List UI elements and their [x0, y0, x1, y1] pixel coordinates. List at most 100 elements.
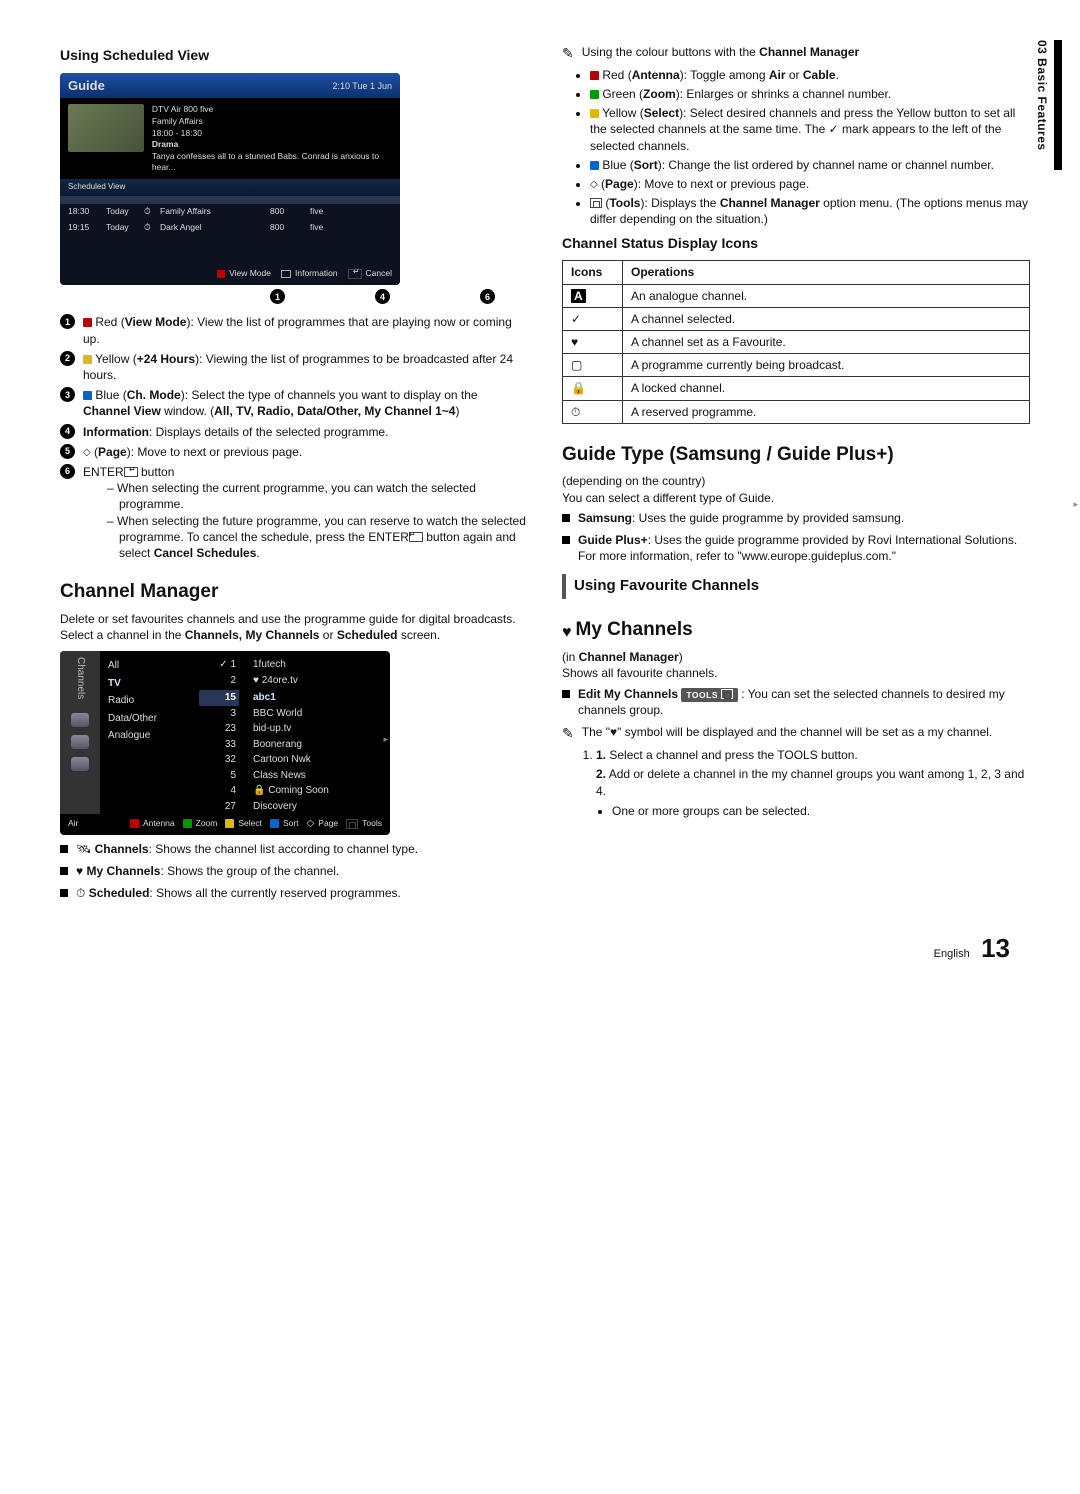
cm-channel-item[interactable]: Discovery: [253, 799, 382, 815]
red-icon: [590, 71, 599, 80]
cm-channel-item[interactable]: abc1: [253, 690, 382, 706]
guide-row: 18:30 Today ⏱ Family Affairs 800 five: [60, 204, 400, 220]
guide-softkeys: View Mode Information Cancel: [60, 264, 400, 285]
my-channels-line: Shows all favourite channels.: [562, 665, 1030, 681]
caret-right-icon: ▸: [383, 733, 388, 745]
cm-tab-scheduled-icon[interactable]: [71, 757, 89, 771]
bullet-icon: [562, 690, 570, 698]
check-icon: ✓: [571, 312, 581, 326]
channel-manager-panel: Channels All TV Radio Data/Other Analogu…: [60, 651, 390, 834]
heading-scheduled-view: Using Scheduled View: [60, 46, 528, 65]
heading-icons: Channel Status Display Icons: [562, 234, 1030, 253]
heart-icon: ♥: [253, 675, 259, 686]
guide-meta: DTV Air 800 five Family Affairs 18:00 - …: [152, 104, 392, 173]
note-icon: ✎: [562, 724, 574, 743]
substep: One or more groups can be selected.: [612, 803, 1030, 819]
th-operations: Operations: [623, 261, 1030, 284]
cm-cat-analogue[interactable]: Analogue: [108, 727, 189, 745]
th-icons: Icons: [563, 261, 623, 284]
softkey-view-mode[interactable]: View Mode: [217, 268, 271, 279]
broadcast-icon: ▢: [571, 358, 582, 372]
updown-icon: ◇: [83, 450, 91, 456]
cm-number-col: ✓ 1 2 15 3 23 33 32 5 4 27: [195, 651, 243, 814]
cm-channel-item[interactable]: BBC World: [253, 706, 382, 722]
info-key-icon: [281, 270, 291, 278]
yellow-icon: [590, 109, 599, 118]
clock-icon: ⏱: [144, 206, 160, 217]
softkey-information[interactable]: Information: [281, 268, 338, 279]
callout-6: 6: [480, 289, 495, 304]
my-channels-steps: 1. Select a channel and press the TOOLS …: [596, 747, 1030, 819]
updown-icon: ◇: [590, 182, 598, 188]
blue-icon: [590, 161, 599, 170]
softkey-tools[interactable]: Tools: [346, 818, 382, 829]
cm-channel-item[interactable]: 1futech: [253, 657, 382, 673]
softkey-antenna[interactable]: Antenna: [130, 818, 175, 829]
cm-intro: Delete or set favourites channels and us…: [60, 611, 528, 643]
cm-channel-item[interactable]: Cartoon Nwk: [253, 752, 382, 768]
guide-row: 19:15 Today ⏱ Dark Angel 800 five: [60, 220, 400, 236]
cm-channel-col: 1futech ♥ 24ore.tv abc1 BBC World bid-up…: [243, 651, 390, 814]
cm-cat-radio[interactable]: Radio: [108, 692, 189, 710]
heading-my-channels: ♥My Channels: [562, 617, 1030, 644]
bullet-icon: [562, 514, 570, 522]
cm-tab-mychannels-icon[interactable]: [71, 735, 89, 749]
cm-channel-item[interactable]: Boonerang: [253, 737, 382, 753]
guide-thumbnail: [68, 104, 144, 152]
heart-note: ✎ The "♥" symbol will be displayed and t…: [562, 724, 1030, 743]
footer-page-number: 13: [981, 933, 1010, 963]
heading-guide-type: Guide Type (Samsung / Guide Plus+): [562, 442, 1030, 468]
dash-item: – When selecting the future programme, y…: [107, 513, 528, 562]
my-channels-sub: (in Channel Manager): [562, 649, 1030, 665]
cm-channel-item[interactable]: bid-up.tv: [253, 721, 382, 737]
footer-language: English: [934, 948, 970, 960]
softkey-zoom[interactable]: Zoom: [183, 818, 218, 829]
enter-icon: [124, 467, 138, 477]
clock-icon: ⏱: [144, 222, 160, 233]
red-key-icon: [217, 270, 225, 278]
cm-cat-tv[interactable]: TV: [108, 675, 189, 693]
bullet-icon: [60, 889, 68, 897]
color-buttons-note: ✎ Using the colour buttons with the Chan…: [562, 44, 1030, 63]
enter-icon: [409, 532, 423, 542]
heart-icon: ♥: [76, 864, 83, 878]
softkey-sort[interactable]: Sort: [270, 818, 299, 829]
blue-key-icon: [270, 819, 279, 828]
cm-legend-list: 🛰 Channels: Shows the channel list accor…: [60, 841, 528, 902]
callout-1: 1: [270, 289, 285, 304]
cm-cat-dataother[interactable]: Data/Other: [108, 710, 189, 728]
yellow-key-icon: [225, 819, 234, 828]
callout-4: 4: [375, 289, 390, 304]
heading-channel-manager: Channel Manager: [60, 579, 528, 605]
cm-tab-channels-icon[interactable]: [71, 713, 89, 727]
cm-cat-all[interactable]: All: [108, 657, 189, 675]
tools-icon: [721, 689, 733, 699]
cm-channel-item[interactable]: ♥ 24ore.tv: [253, 673, 382, 689]
lock-icon: 🔒: [253, 785, 265, 796]
green-key-icon: [183, 819, 192, 828]
red-icon: [83, 318, 92, 327]
analogue-icon: A: [571, 289, 586, 303]
yellow-icon: [83, 355, 92, 364]
guide-type-sub: (depending on the country): [562, 473, 1030, 489]
blue-icon: [83, 391, 92, 400]
check-icon: ✓: [219, 659, 227, 670]
cm-channel-item[interactable]: Class News: [253, 768, 382, 784]
page-footer: English 13: [60, 931, 1030, 966]
guide-title: Guide: [68, 77, 105, 95]
softkey-cancel[interactable]: Cancel: [348, 268, 392, 279]
dash-item: – When selecting the current programme, …: [107, 480, 528, 512]
updown-icon: ◇: [307, 821, 315, 827]
guide-scheduled-view-label: Scheduled View: [60, 179, 400, 196]
guide-clock: 2:10 Tue 1 Jun: [332, 80, 392, 92]
note-icon: ✎: [562, 44, 574, 63]
tools-key-icon: [346, 819, 358, 829]
guide-header-strip: [60, 196, 400, 204]
cm-softkeys: Air Antenna Zoom Select Sort ◇Page Tools: [60, 814, 390, 831]
softkey-page[interactable]: ◇Page: [307, 818, 339, 829]
guide-type-list: Samsung: Uses the guide programme by pro…: [562, 510, 1030, 565]
satellite-icon: 🛰: [76, 842, 91, 856]
clock-icon: ⏱: [571, 405, 580, 419]
cm-channel-item[interactable]: 🔒 Coming Soon: [253, 783, 382, 799]
softkey-select[interactable]: Select: [225, 818, 262, 829]
